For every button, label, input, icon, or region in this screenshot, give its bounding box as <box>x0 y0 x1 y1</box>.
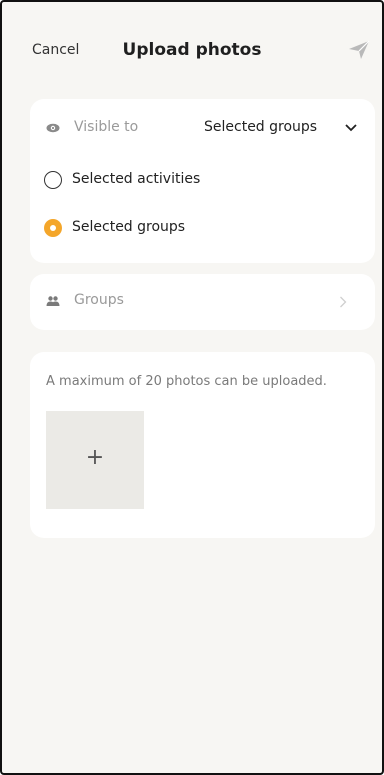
upload-photos-screen: Cancel Upload photos Visible to Selected… <box>0 0 384 775</box>
people-icon <box>46 296 60 306</box>
visibility-card: Visible to Selected groups Selected acti… <box>30 99 375 263</box>
visibility-select-value[interactable]: Selected groups <box>204 119 317 135</box>
option-selected-groups[interactable]: Selected groups <box>44 217 344 241</box>
chevron-right-icon <box>340 296 347 308</box>
option-label: Selected groups <box>72 219 186 235</box>
add-photo-button[interactable]: + <box>46 411 144 509</box>
send-icon[interactable] <box>348 40 370 60</box>
header: Cancel Upload photos <box>2 2 382 98</box>
max-photos-note: A maximum of 20 photos can be uploaded. <box>46 374 327 389</box>
visible-to-label: Visible to <box>74 119 139 135</box>
groups-row[interactable]: Groups <box>30 274 375 330</box>
plus-icon: + <box>85 445 105 470</box>
radio-selected-icon[interactable] <box>44 219 62 237</box>
page-title: Upload photos <box>122 40 262 60</box>
groups-label: Groups <box>74 292 124 308</box>
radio-unselected-icon[interactable] <box>44 171 62 189</box>
option-label: Selected activities <box>72 171 201 187</box>
chevron-down-icon[interactable] <box>345 124 357 132</box>
eye-icon <box>46 123 60 133</box>
option-selected-activities[interactable]: Selected activities <box>44 169 344 193</box>
photos-card: A maximum of 20 photos can be uploaded. … <box>30 352 375 538</box>
visible-to-row[interactable]: Visible to Selected groups <box>30 117 375 139</box>
